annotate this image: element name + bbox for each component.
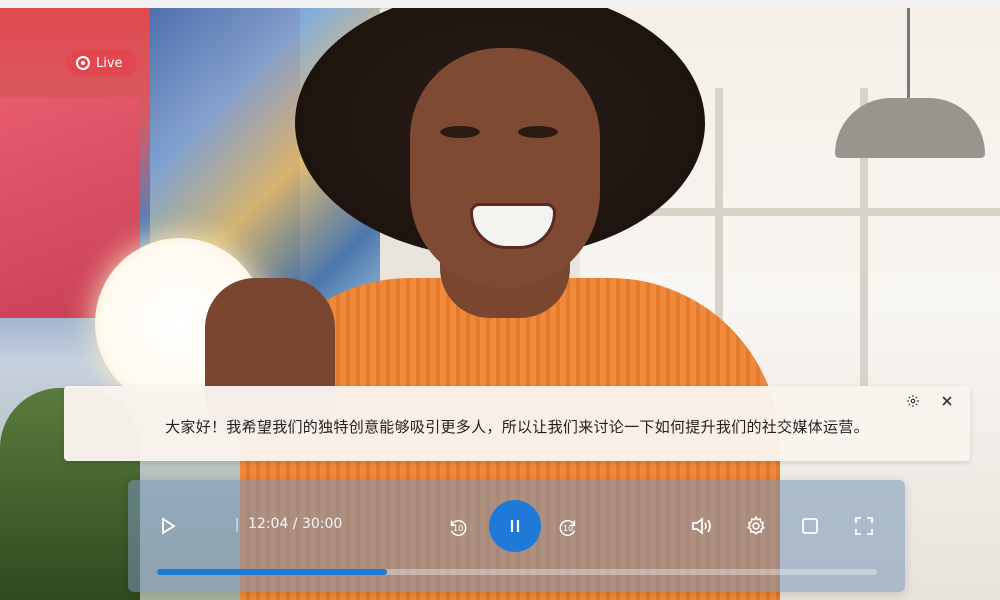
pause-button[interactable] bbox=[489, 500, 541, 552]
subtitle-panel: 大家好！我希望我们的独特创意能够吸引更多人，所以让我们来讨论一下如何提升我们的社… bbox=[64, 386, 970, 461]
play-icon[interactable] bbox=[156, 514, 180, 538]
square-icon[interactable] bbox=[797, 513, 823, 539]
rewind-10-icon[interactable]: 10 bbox=[446, 516, 470, 540]
progress-bar[interactable] bbox=[157, 569, 877, 575]
person-eye bbox=[518, 126, 558, 138]
time-separator bbox=[236, 518, 238, 532]
subtitle-text: 大家好！我希望我们的独特创意能够吸引更多人，所以让我们来讨论一下如何提升我们的社… bbox=[165, 418, 869, 436]
progress-fill bbox=[157, 569, 388, 575]
live-label: Live bbox=[96, 55, 123, 71]
forward-10-icon[interactable]: 10 bbox=[556, 516, 580, 540]
rewind-seconds: 10 bbox=[453, 524, 464, 533]
settings-gear-icon[interactable] bbox=[743, 513, 769, 539]
pause-icon bbox=[510, 520, 520, 532]
volume-icon[interactable] bbox=[689, 513, 715, 539]
fullscreen-icon[interactable] bbox=[851, 513, 877, 539]
live-badge: Live bbox=[66, 50, 137, 76]
person-eye bbox=[440, 126, 480, 138]
forward-seconds: 10 bbox=[563, 524, 574, 533]
player-controls: 12:04 / 30:00 10 10 bbox=[128, 480, 905, 592]
time-display: 12:04 / 30:00 bbox=[248, 516, 343, 532]
subtitle-settings-icon[interactable] bbox=[904, 392, 922, 410]
lamp-cord bbox=[907, 8, 910, 98]
live-dot-icon bbox=[78, 58, 88, 68]
person-face bbox=[410, 48, 600, 288]
window-transom bbox=[640, 208, 1000, 216]
subtitle-close-icon[interactable] bbox=[938, 392, 956, 410]
